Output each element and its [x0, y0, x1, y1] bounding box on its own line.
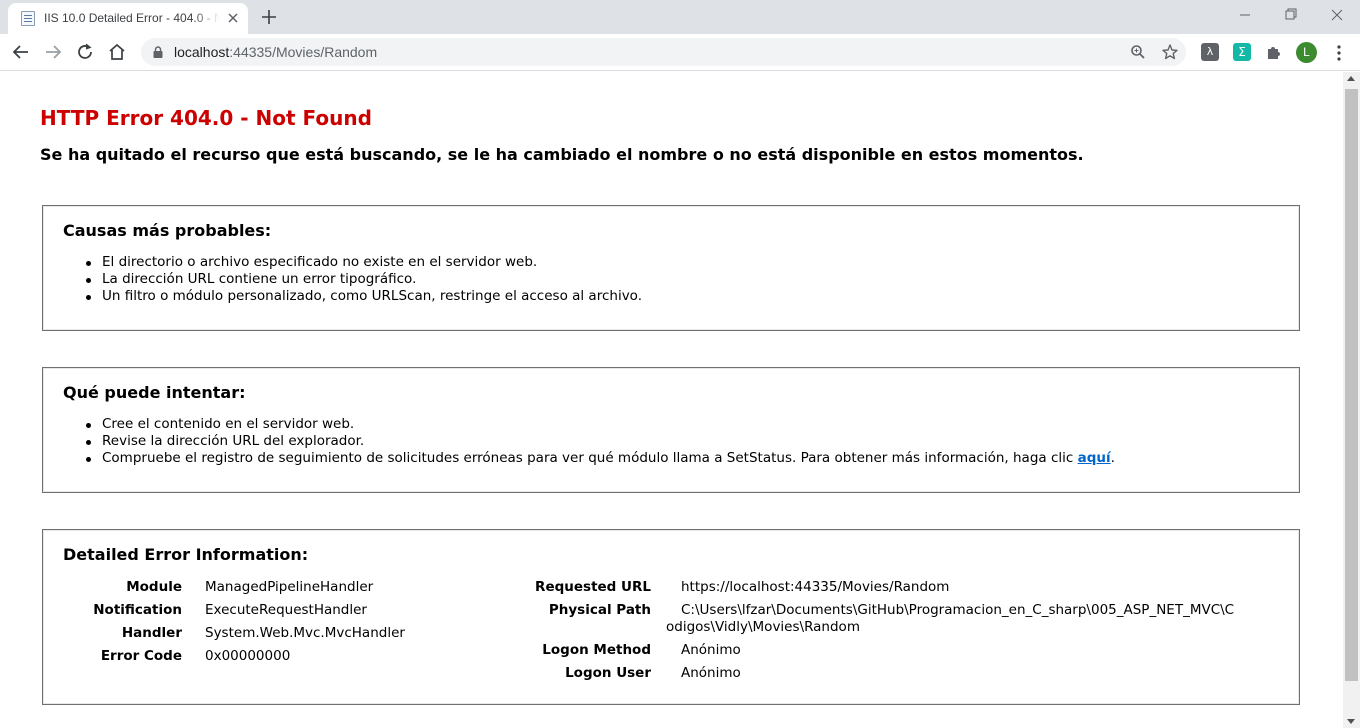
requested-url-label: Requested URL — [535, 579, 651, 595]
handler-value: System.Web.Mvc.MvcHandler — [205, 625, 405, 641]
scroll-up-arrow-icon[interactable] — [1347, 76, 1355, 81]
back-arrow-icon[interactable] — [9, 40, 33, 64]
close-tab-icon[interactable] — [225, 10, 241, 26]
causes-box: Causas más probables: El directorio o ar… — [42, 205, 1300, 331]
logon-user-label: Logon User — [565, 665, 651, 681]
causes-heading: Causas más probables: — [63, 221, 272, 240]
forward-arrow-icon[interactable] — [41, 40, 65, 64]
scrollbar-thumb[interactable] — [1345, 89, 1358, 681]
new-tab-plus-icon[interactable] — [259, 7, 279, 27]
url-text[interactable]: localhost:44335/Movies/Random — [174, 44, 377, 60]
browser-toolbar: localhost:44335/Movies/Random λ Σ L — [0, 34, 1360, 71]
physical-path-value-line2: odigos\Vidly\Movies\Random — [666, 619, 860, 635]
close-window-icon[interactable] — [1314, 0, 1360, 30]
detail-box: Detailed Error Information: Module Manag… — [42, 529, 1300, 705]
restore-window-icon[interactable] — [1268, 0, 1314, 30]
list-item: Cree el contenido en el servidor web. — [86, 416, 1115, 433]
error-title: HTTP Error 404.0 - Not Found — [40, 106, 372, 130]
vertical-scrollbar[interactable] — [1343, 72, 1360, 728]
physical-path-label: Physical Path — [548, 602, 651, 618]
notification-value: ExecuteRequestHandler — [205, 602, 367, 618]
extensions-puzzle-icon[interactable] — [1265, 43, 1283, 61]
document-favicon-icon — [21, 11, 35, 26]
tab-title: IIS 10.0 Detailed Error - 404.0 - Not Fo… — [44, 11, 220, 25]
error-code-label: Error Code — [100, 648, 182, 664]
zoom-magnifier-icon[interactable] — [1129, 43, 1147, 61]
logon-user-value: Anónimo — [681, 665, 741, 681]
page-content: HTTP Error 404.0 - Not Found Se ha quita… — [0, 72, 1343, 728]
list-item: La dirección URL contiene un error tipog… — [86, 271, 642, 288]
list-item: Un filtro o módulo personalizado, como U… — [86, 288, 642, 304]
reload-icon[interactable] — [73, 40, 97, 64]
minimize-window-icon[interactable] — [1222, 0, 1268, 30]
list-item-text: Compruebe el registro de seguimiento de … — [102, 450, 1078, 466]
tab-strip: IIS 10.0 Detailed Error - 404.0 - Not Fo… — [0, 0, 1360, 34]
module-label: Module — [126, 579, 182, 595]
error-code-value: 0x00000000 — [205, 648, 291, 664]
logon-method-label: Logon Method — [542, 642, 651, 658]
requested-url-value: https://localhost:44335/Movies/Random — [681, 579, 950, 595]
sigma-extension-icon[interactable]: Σ — [1233, 43, 1251, 61]
logon-method-value: Anónimo — [681, 642, 741, 658]
handler-label: Handler — [121, 625, 182, 641]
browser-tab-active[interactable]: IIS 10.0 Detailed Error - 404.0 - Not Fo… — [8, 3, 248, 34]
more-menu-icon[interactable] — [1330, 43, 1348, 63]
try-list: Cree el contenido en el servidor web. Re… — [86, 416, 1115, 467]
list-item: El directorio o archivo especificado no … — [86, 254, 642, 271]
address-bar[interactable]: localhost:44335/Movies/Random — [141, 38, 1186, 66]
module-value: ManagedPipelineHandler — [205, 579, 374, 595]
profile-avatar[interactable]: L — [1296, 42, 1317, 63]
lock-icon[interactable] — [152, 46, 164, 58]
lambda-extension-icon[interactable]: λ — [1201, 43, 1219, 61]
list-item: Compruebe el registro de seguimiento de … — [86, 450, 1115, 467]
list-item-end: . — [1110, 450, 1115, 466]
home-icon[interactable] — [105, 40, 129, 64]
causes-list: El directorio o archivo especificado no … — [86, 254, 642, 305]
scroll-down-arrow-icon[interactable] — [1347, 719, 1355, 724]
try-heading: Qué puede intentar: — [63, 383, 246, 402]
detail-heading: Detailed Error Information: — [63, 545, 309, 564]
physical-path-value-line1: C:\Users\lfzar\Documents\GitHub\Programa… — [681, 602, 1235, 618]
bookmark-star-icon[interactable] — [1161, 43, 1179, 61]
error-subtitle: Se ha quitado el recurso que está buscan… — [40, 145, 1084, 164]
list-item: Revise la dirección URL del explorador. — [86, 433, 1115, 450]
try-box: Qué puede intentar: Cree el contenido en… — [42, 367, 1300, 493]
notification-label: Notification — [93, 602, 182, 618]
more-info-link[interactable]: aquí — [1078, 450, 1111, 466]
